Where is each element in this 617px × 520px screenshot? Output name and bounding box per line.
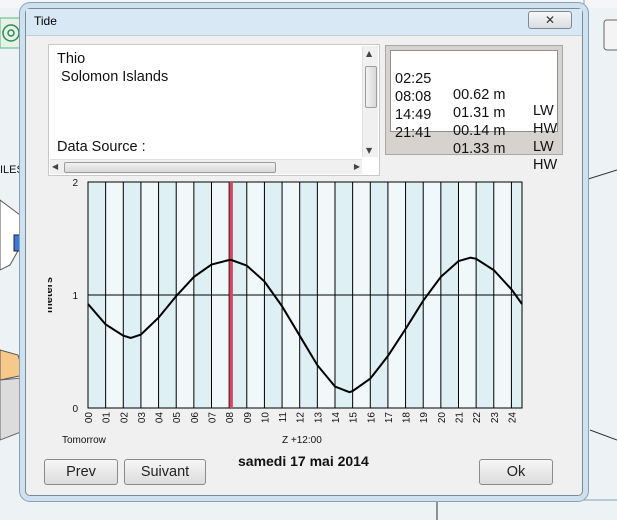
x-tick-label: 16 [366,412,377,424]
tide-events-panel: 02:25 00.62 m LW 08:08 01.31 m HW 14:49 … [385,45,563,173]
x-tick-label: 18 [402,412,413,424]
scroll-left-icon[interactable]: ◀ [52,162,58,171]
x-tick-label: 09 [243,412,254,424]
x-tick-label: 00 [84,412,95,424]
tide-chart: 210meters00 01 02 03 04 05 06 07 08 09 10 11 12 13 14 1… [48,179,523,424]
x-tick-label: 04 [155,412,166,424]
vertical-scrollbar[interactable]: ▲ ▼ [362,46,378,157]
y-tick-label: 1 [72,291,78,302]
x-tick-label: 10 [260,412,271,424]
date-label: samedi 17 mai 2014 [238,453,369,469]
timezone-label: Z +12:00 [282,435,322,446]
x-tick-label: 08 [225,412,236,424]
x-tick-label: 14 [331,412,342,424]
x-tick-label: 23 [490,412,501,424]
x-tick-label: 17 [384,412,395,424]
x-tick-label: 13 [313,412,324,424]
x-tick-label: 06 [190,412,201,424]
x-tick-label: 02 [119,412,130,424]
x-tick-label: 19 [419,412,430,424]
horizontal-scroll-thumb[interactable] [64,162,276,173]
scroll-up-icon[interactable]: ▲ [366,49,372,58]
y-axis-label: meters [48,277,55,313]
x-tick-label: 15 [349,412,360,424]
x-tick-label: 07 [207,412,218,424]
x-tick-label: 05 [172,412,183,424]
horizontal-scrollbar[interactable]: ◀ ▶ [50,159,362,174]
close-icon: ✕ [544,13,556,27]
tide-events-list[interactable]: 02:25 00.62 m LW 08:08 01.31 m HW 14:49 … [390,50,558,173]
ok-button[interactable]: Ok [479,459,553,485]
station-region: Solomon Islands [57,69,169,85]
list-item: 21:41 01.33 m HW [395,125,558,173]
x-tick-label: 24 [507,412,518,424]
station-name: Thio [57,51,86,67]
next-button[interactable]: Suivant [124,459,206,485]
x-tick-label: 03 [137,412,148,424]
vertical-scroll-thumb[interactable] [365,66,377,108]
window-title: Tide [34,14,57,28]
y-tick-label: 2 [72,179,78,189]
map-label: ILES [0,164,24,176]
x-tick-label: 12 [296,412,307,424]
y-tick-label: 0 [72,404,78,415]
tomorrow-label: Tomorrow [62,435,106,446]
close-button[interactable]: ✕ [528,11,572,29]
x-tick-label: 22 [472,412,483,424]
prev-button[interactable]: Prev [44,459,118,485]
tide-dialog: Tide ✕ Thio Solomon Islands Data Source … [25,8,583,496]
x-tick-label: 21 [454,412,465,424]
titlebar: Tide ✕ [26,9,582,36]
x-tick-label: 01 [102,412,113,424]
data-source-label: Data Source : [57,139,146,155]
station-info-panel: Thio Solomon Islands Data Source : ▲ ▼ ◀… [48,44,380,176]
scroll-down-icon[interactable]: ▼ [366,146,372,155]
x-tick-label: 11 [278,412,289,423]
scroll-right-icon[interactable]: ▶ [354,162,360,171]
x-tick-label: 20 [437,412,448,424]
